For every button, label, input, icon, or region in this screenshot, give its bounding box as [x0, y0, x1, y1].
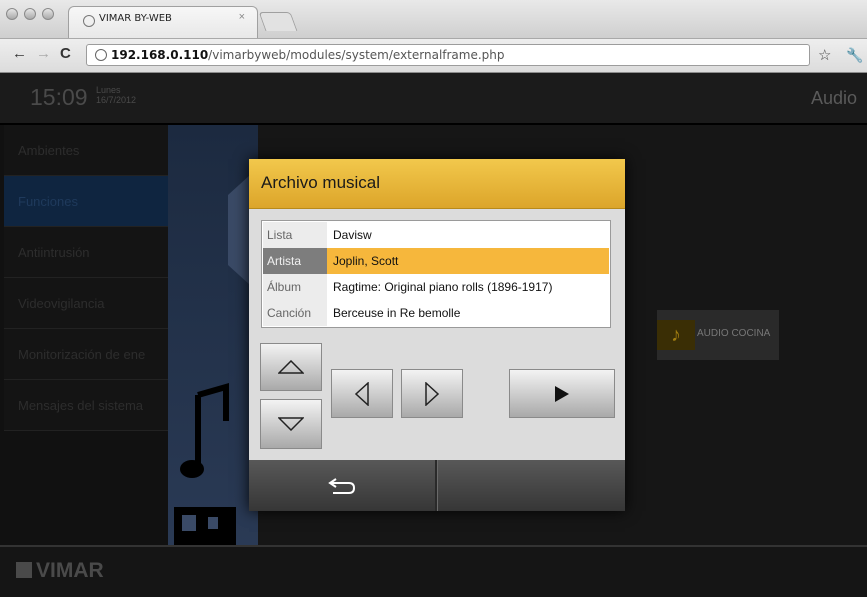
reload-icon[interactable]: C — [60, 45, 71, 62]
vimar-logo: VIMAR — [16, 559, 104, 583]
zoom-window-button[interactable] — [42, 8, 54, 20]
dialog-header: Archivo musical — [249, 159, 625, 209]
info-value: Berceuse in Re bemolle — [333, 306, 461, 320]
play-icon — [555, 385, 569, 402]
new-tab-button[interactable] — [258, 12, 298, 31]
up-button[interactable] — [260, 343, 322, 391]
info-key: Álbum — [263, 274, 327, 300]
audio-background-art — [168, 125, 258, 545]
info-value: Joplin, Scott — [333, 254, 399, 268]
tab-close-icon[interactable]: × — [239, 11, 245, 23]
info-row-cancion[interactable]: Canción Berceuse in Re bemolle — [263, 300, 609, 326]
next-button[interactable] — [401, 369, 463, 418]
clock-time: 15:09 — [30, 84, 88, 110]
info-key: Artista — [263, 248, 327, 274]
wrench-icon[interactable]: 🔧 — [846, 47, 863, 64]
dialog-footer — [249, 460, 625, 511]
minimize-window-button[interactable] — [24, 8, 36, 20]
info-key: Lista — [263, 222, 327, 248]
back-button[interactable] — [249, 460, 435, 511]
globe-icon — [95, 49, 107, 61]
browser-toolbar: ← → C 192.168.0.110/vimarbyweb/modules/s… — [0, 39, 867, 73]
chevron-down-icon — [278, 417, 304, 431]
music-file-dialog: Archivo musical Lista Davisw Artista Jop… — [249, 159, 625, 511]
info-row-lista[interactable]: Lista Davisw — [263, 222, 609, 248]
globe-icon — [83, 15, 95, 27]
window-controls — [6, 8, 54, 20]
brand-name: VIMAR — [36, 559, 104, 582]
info-value: Ragtime: Original piano rolls (1896-1917… — [333, 280, 553, 294]
speaker-art-icon — [174, 175, 250, 545]
app-footer: VIMAR — [0, 545, 867, 597]
app-header: 15:09 Lunes 16/7/2012 Audio — [0, 73, 867, 125]
tab-title: VIMAR BY-WEB — [99, 13, 172, 24]
url-text: 192.168.0.110/vimarbyweb/modules/system/… — [111, 48, 505, 62]
down-button[interactable] — [260, 399, 322, 449]
browser-tab[interactable]: VIMAR BY-WEB × — [68, 6, 258, 38]
sidebar-item-funciones[interactable]: Funciones — [4, 176, 168, 227]
audio-zone-tile[interactable]: ♪ AUDIO COCINA — [657, 310, 779, 360]
sidebar-item-mensajes[interactable]: Mensajes del sistema — [4, 380, 168, 431]
footer-empty-button[interactable] — [438, 460, 625, 511]
clock-day: Lunes — [96, 85, 121, 95]
clock-date: Lunes 16/7/2012 — [96, 85, 136, 105]
chevron-right-icon — [425, 381, 439, 406]
url-path: /vimarbyweb/modules/system/externalframe… — [208, 48, 505, 62]
audio-zone-label: AUDIO COCINA — [697, 328, 771, 339]
back-arrow-icon[interactable]: ← — [12, 45, 27, 62]
info-value: Davisw — [333, 228, 372, 242]
previous-button[interactable] — [331, 369, 393, 418]
url-host: 192.168.0.110 — [111, 48, 209, 62]
chevron-up-icon — [278, 360, 304, 374]
sidebar-item-ambientes[interactable]: Ambientes — [4, 125, 168, 176]
info-key: Canción — [263, 300, 327, 326]
sidebar: Ambientes Funciones Antiintrusión Videov… — [4, 125, 168, 541]
chevron-left-icon — [355, 381, 369, 406]
sidebar-item-antiintrusion[interactable]: Antiintrusión — [4, 227, 168, 278]
close-window-button[interactable] — [6, 8, 18, 20]
vimar-logo-mark — [16, 562, 32, 578]
info-row-album[interactable]: Álbum Ragtime: Original piano rolls (189… — [263, 274, 609, 300]
sidebar-item-videovigilancia[interactable]: Videovigilancia — [4, 278, 168, 329]
dialog-title: Archivo musical — [261, 173, 381, 192]
info-row-artista[interactable]: Artista Joplin, Scott — [263, 248, 609, 274]
track-info-panel: Lista Davisw Artista Joplin, Scott Álbum… — [261, 220, 611, 328]
clock-date-value: 16/7/2012 — [96, 95, 137, 105]
play-button[interactable] — [509, 369, 615, 418]
sidebar-item-monitorizacion[interactable]: Monitorización de ene — [4, 329, 168, 380]
music-note-icon: ♪ — [657, 320, 695, 350]
forward-arrow-icon[interactable]: → — [36, 45, 51, 62]
return-arrow-icon — [328, 478, 356, 494]
browser-titlebar: VIMAR BY-WEB × — [0, 0, 867, 39]
bookmark-star-icon[interactable]: ☆ — [818, 46, 831, 64]
address-bar[interactable]: 192.168.0.110/vimarbyweb/modules/system/… — [86, 44, 810, 66]
page-title: Audio — [810, 88, 857, 108]
